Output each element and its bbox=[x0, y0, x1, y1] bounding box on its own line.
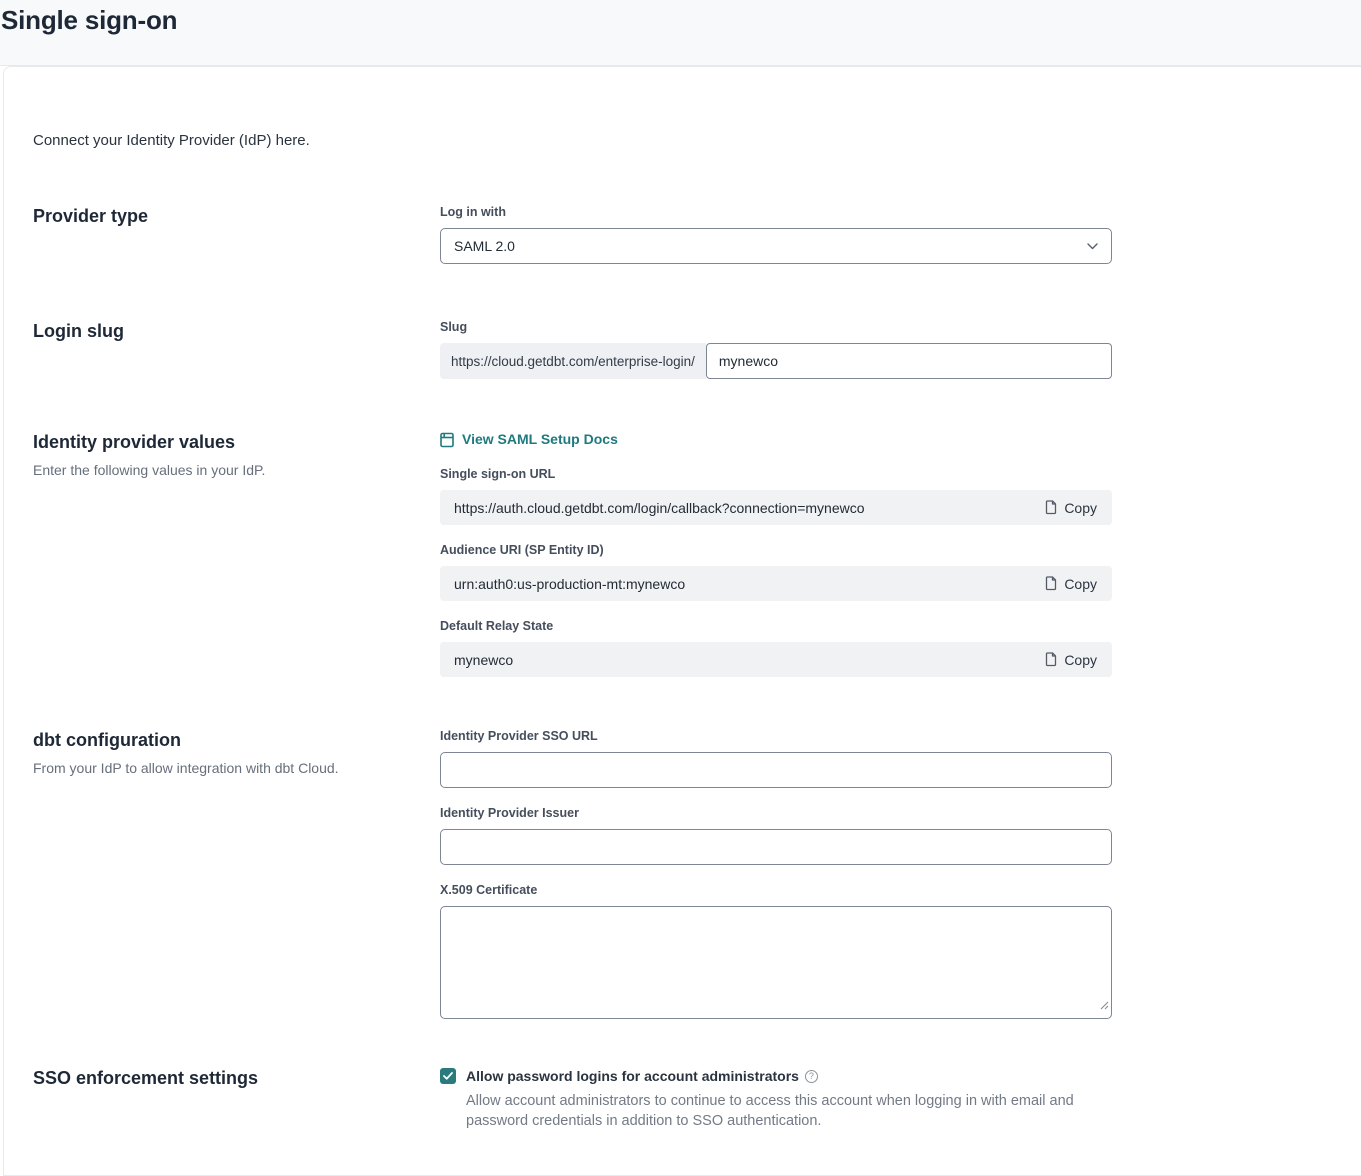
sso-url-value-box: https://auth.cloud.getdbt.com/login/call… bbox=[440, 490, 1112, 525]
copy-audience-uri-button[interactable]: Copy bbox=[1044, 576, 1097, 592]
slug-prefix: https://cloud.getdbt.com/enterprise-logi… bbox=[440, 343, 706, 379]
login-with-label: Log in with bbox=[440, 205, 1112, 220]
checkmark-icon bbox=[443, 1072, 453, 1080]
copy-icon bbox=[1044, 500, 1057, 515]
relay-state-label: Default Relay State bbox=[440, 619, 1112, 634]
audience-uri-value-box: urn:auth0:us-production-mt:mynewco Copy bbox=[440, 566, 1112, 601]
section-dbt-configuration: dbt configuration From your IdP to allow… bbox=[33, 729, 1361, 1019]
sso-url-value: https://auth.cloud.getdbt.com/login/call… bbox=[454, 500, 865, 516]
section-sso-enforcement: SSO enforcement settings Allow password … bbox=[33, 1067, 1361, 1131]
help-icon[interactable]: ? bbox=[805, 1070, 818, 1083]
intro-text: Connect your Identity Provider (IdP) her… bbox=[33, 131, 1361, 151]
copy-sso-url-button[interactable]: Copy bbox=[1044, 500, 1097, 516]
copy-icon bbox=[1044, 576, 1057, 591]
copy-icon bbox=[1044, 652, 1057, 667]
copy-relay-state-button[interactable]: Copy bbox=[1044, 652, 1097, 668]
view-saml-docs-label: View SAML Setup Docs bbox=[462, 431, 618, 448]
chevron-down-icon bbox=[1087, 243, 1098, 250]
idp-values-subtext: Enter the following values in your IdP. bbox=[33, 461, 440, 479]
idp-values-heading: Identity provider values bbox=[33, 431, 440, 453]
idp-issuer-input[interactable] bbox=[440, 829, 1112, 865]
allow-password-logins-description: Allow account administrators to continue… bbox=[466, 1091, 1088, 1131]
page-header: Single sign-on bbox=[0, 0, 1361, 66]
section-idp-values: Identity provider values Enter the follo… bbox=[33, 431, 1361, 677]
sso-url-label: Single sign-on URL bbox=[440, 467, 1112, 482]
allow-password-logins-checkbox[interactable] bbox=[440, 1068, 456, 1084]
idp-sso-url-input[interactable] bbox=[440, 752, 1112, 788]
slug-input[interactable] bbox=[706, 343, 1112, 379]
content-card: Connect your Identity Provider (IdP) her… bbox=[3, 66, 1361, 1176]
x509-certificate-label: X.509 Certificate bbox=[440, 883, 1112, 898]
slug-label: Slug bbox=[440, 320, 1112, 335]
copy-button-label: Copy bbox=[1064, 500, 1097, 516]
idp-issuer-label: Identity Provider Issuer bbox=[440, 806, 1112, 821]
relay-state-value-box: mynewco Copy bbox=[440, 642, 1112, 677]
docs-icon bbox=[440, 432, 454, 448]
copy-button-label: Copy bbox=[1064, 652, 1097, 668]
provider-type-heading: Provider type bbox=[33, 205, 440, 227]
dbt-config-heading: dbt configuration bbox=[33, 729, 440, 751]
sso-enforcement-heading: SSO enforcement settings bbox=[33, 1067, 440, 1089]
section-login-slug: Login slug Slug https://cloud.getdbt.com… bbox=[33, 320, 1361, 379]
dbt-config-subtext: From your IdP to allow integration with … bbox=[33, 759, 440, 777]
copy-button-label: Copy bbox=[1064, 576, 1097, 592]
page-title: Single sign-on bbox=[0, 0, 1361, 36]
login-with-selected-value: SAML 2.0 bbox=[454, 238, 515, 254]
login-with-select[interactable]: SAML 2.0 bbox=[440, 228, 1112, 264]
section-provider-type: Provider type Log in with SAML 2.0 bbox=[33, 205, 1361, 264]
audience-uri-label: Audience URI (SP Entity ID) bbox=[440, 543, 1112, 558]
login-slug-heading: Login slug bbox=[33, 320, 440, 342]
x509-certificate-textarea[interactable] bbox=[440, 906, 1112, 1019]
relay-state-value: mynewco bbox=[454, 652, 513, 668]
resize-handle-icon[interactable] bbox=[1100, 997, 1109, 1015]
audience-uri-value: urn:auth0:us-production-mt:mynewco bbox=[454, 576, 685, 592]
view-saml-docs-link[interactable]: View SAML Setup Docs bbox=[440, 431, 1112, 448]
idp-sso-url-label: Identity Provider SSO URL bbox=[440, 729, 1112, 744]
allow-password-logins-label: Allow password logins for account admini… bbox=[466, 1067, 1088, 1085]
